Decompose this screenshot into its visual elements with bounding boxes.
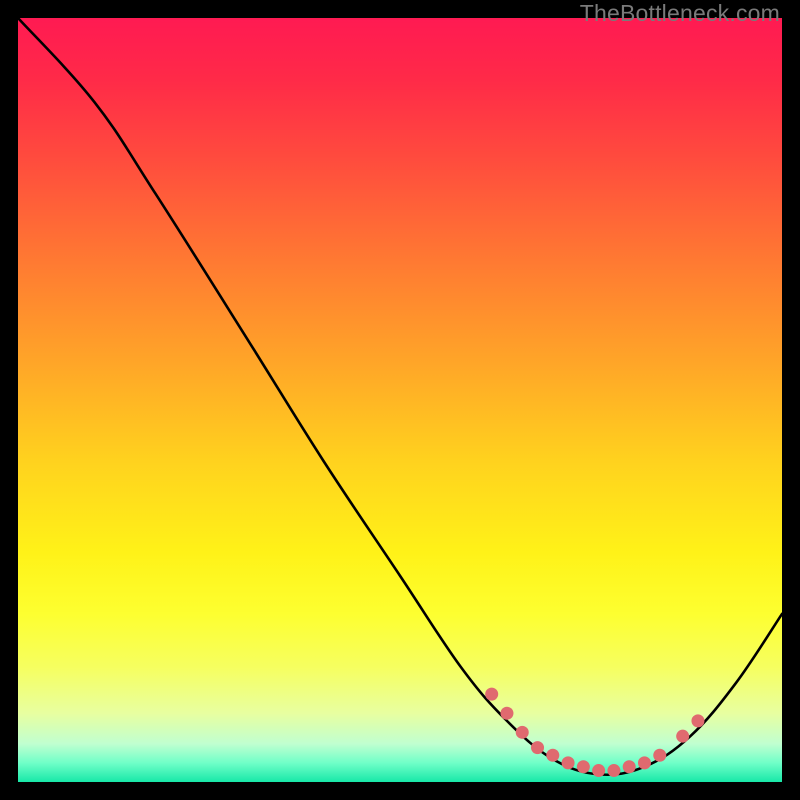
curve-marker bbox=[676, 730, 689, 743]
curve-marker bbox=[607, 764, 620, 777]
curve-marker bbox=[653, 749, 666, 762]
curve-marker bbox=[485, 688, 498, 701]
curve-marker bbox=[592, 764, 605, 777]
gradient-plot bbox=[18, 18, 782, 782]
curve-marker bbox=[623, 760, 636, 773]
bottleneck-curve bbox=[18, 18, 782, 775]
chart-svg bbox=[18, 18, 782, 782]
curve-marker bbox=[531, 741, 544, 754]
curve-marker bbox=[638, 756, 651, 769]
curve-marker bbox=[500, 707, 513, 720]
curve-marker bbox=[577, 760, 590, 773]
curve-marker bbox=[691, 714, 704, 727]
curve-marker bbox=[546, 749, 559, 762]
curve-marker bbox=[562, 756, 575, 769]
curve-marker bbox=[516, 726, 529, 739]
watermark-text: TheBottleneck.com bbox=[580, 0, 780, 27]
